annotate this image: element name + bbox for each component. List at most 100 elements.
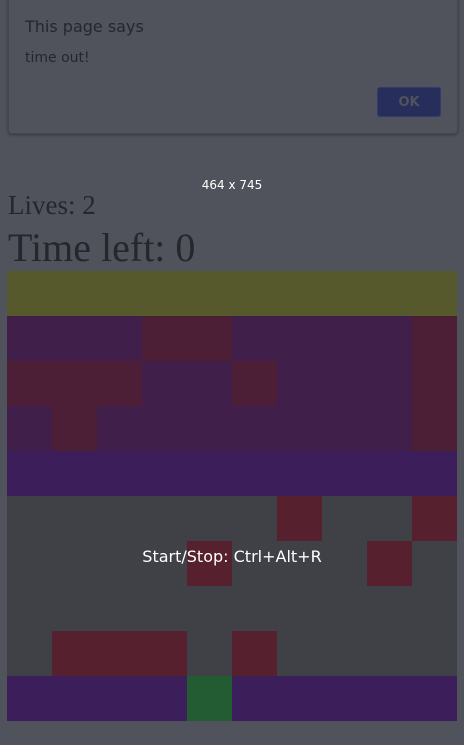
board-cell-safe-lane — [52, 451, 97, 496]
board-cell-road — [412, 586, 457, 631]
board-cell-maroon-tile — [7, 361, 52, 406]
board-cell-road — [52, 586, 97, 631]
board-cell-safe-lane — [412, 676, 457, 721]
board-cell-car — [412, 496, 457, 541]
board-cell-safe-lane — [232, 676, 277, 721]
board-cell-road — [232, 586, 277, 631]
board-cell-goal — [187, 271, 232, 316]
board-cell-safe-lane — [187, 451, 232, 496]
dialog-title: This page says — [25, 17, 144, 36]
board-cell-purple-tile — [232, 406, 277, 451]
board-cell-car — [52, 631, 97, 676]
board-cell-goal — [322, 271, 367, 316]
board-cell-road — [277, 586, 322, 631]
board-cell-road — [367, 631, 412, 676]
board-cell-safe-lane — [277, 451, 322, 496]
board-cell-purple-tile — [97, 406, 142, 451]
board-cell-road — [7, 496, 52, 541]
board-cell-safe-lane — [412, 451, 457, 496]
board-cell-purple-tile — [232, 316, 277, 361]
board-cell-purple-tile — [52, 316, 97, 361]
board-cell-purple-tile — [187, 361, 232, 406]
board-cell-goal — [52, 271, 97, 316]
board-cell-maroon-tile — [412, 361, 457, 406]
board-cell-maroon-tile — [412, 406, 457, 451]
board-cell-road — [412, 631, 457, 676]
board-cell-purple-tile — [367, 361, 412, 406]
board-cell-road — [142, 496, 187, 541]
board-cell-safe-lane — [142, 451, 187, 496]
board-cell-maroon-tile — [97, 361, 142, 406]
board-row — [7, 676, 457, 721]
board-cell-road — [52, 496, 97, 541]
board-cell-road — [322, 586, 367, 631]
board-cell-safe-lane — [97, 451, 142, 496]
board-cell-purple-tile — [277, 316, 322, 361]
board-cell-road — [187, 496, 232, 541]
board-row — [7, 361, 457, 406]
board-cell-safe-lane — [7, 451, 52, 496]
board-cell-road — [7, 586, 52, 631]
board-cell-safe-lane — [367, 451, 412, 496]
board-cell-player-frog — [187, 676, 232, 721]
board-cell-safe-lane — [232, 451, 277, 496]
board-cell-purple-tile — [367, 316, 412, 361]
board-cell-maroon-tile — [412, 316, 457, 361]
controls-hint: Start/Stop: Ctrl+Alt+R — [142, 547, 322, 566]
board-cell-purple-tile — [7, 406, 52, 451]
board-cell-car — [142, 631, 187, 676]
board-cell-road — [322, 631, 367, 676]
board-cell-purple-tile — [322, 361, 367, 406]
board-cell-purple-tile — [187, 406, 232, 451]
board-cell-goal — [367, 271, 412, 316]
board-cell-safe-lane — [97, 676, 142, 721]
board-cell-maroon-tile — [52, 361, 97, 406]
board-cell-road — [187, 586, 232, 631]
board-cell-goal — [142, 271, 187, 316]
alert-dialog: This page says time out! OK — [8, 0, 458, 134]
board-cell-maroon-tile — [142, 316, 187, 361]
board-cell-maroon-tile — [232, 361, 277, 406]
board-row — [7, 271, 457, 316]
board-cell-road — [277, 631, 322, 676]
board-row — [7, 496, 457, 541]
board-cell-purple-tile — [7, 316, 52, 361]
ok-button[interactable]: OK — [377, 87, 441, 117]
board-cell-road — [97, 586, 142, 631]
lives-counter: Lives: 2 — [8, 190, 96, 220]
board-cell-goal — [97, 271, 142, 316]
board-cell-safe-lane — [322, 451, 367, 496]
board-cell-purple-tile — [322, 406, 367, 451]
board-cell-purple-tile — [142, 361, 187, 406]
board-cell-purple-tile — [322, 316, 367, 361]
board-cell-maroon-tile — [187, 316, 232, 361]
board-cell-purple-tile — [367, 406, 412, 451]
board-cell-purple-tile — [277, 406, 322, 451]
board-cell-goal — [232, 271, 277, 316]
board-cell-road — [97, 496, 142, 541]
board-cell-safe-lane — [277, 676, 322, 721]
board-cell-safe-lane — [52, 676, 97, 721]
board-cell-purple-tile — [277, 361, 322, 406]
viewport-size-label: 464 x 745 — [201, 178, 263, 192]
board-cell-road — [322, 496, 367, 541]
dialog-message: time out! — [25, 50, 90, 66]
board-row — [7, 586, 457, 631]
board-cell-car — [277, 496, 322, 541]
board-cell-safe-lane — [322, 676, 367, 721]
board-cell-road — [367, 496, 412, 541]
time-left-counter: Time left: 0 — [8, 225, 196, 270]
board-cell-road — [367, 586, 412, 631]
board-cell-road — [232, 496, 277, 541]
board-row — [7, 406, 457, 451]
board-cell-road — [187, 631, 232, 676]
board-cell-road — [7, 631, 52, 676]
game-board[interactable] — [7, 271, 457, 721]
board-cell-road — [142, 586, 187, 631]
board-cell-goal — [277, 271, 322, 316]
board-cell-purple-tile — [142, 406, 187, 451]
board-cell-goal — [7, 271, 52, 316]
board-row — [7, 631, 457, 676]
board-cell-car — [97, 631, 142, 676]
board-cell-safe-lane — [142, 676, 187, 721]
